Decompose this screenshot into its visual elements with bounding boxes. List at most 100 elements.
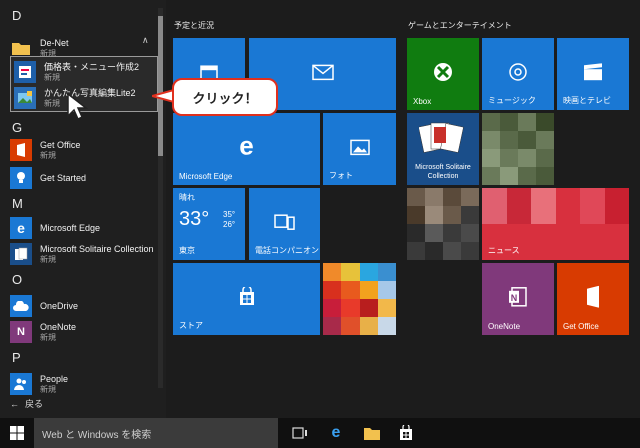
tile-weather[interactable]: 晴れ 33° 35° 26° 東京 xyxy=(173,188,245,260)
tile-label: Xbox xyxy=(413,97,432,106)
weather-range: 35° 26° xyxy=(223,210,235,230)
section-title-games: ゲームとエンターテイメント xyxy=(408,21,512,30)
app-onenote[interactable]: N OneNote 新規 xyxy=(10,318,76,346)
app-microsoft-edge[interactable]: e Microsoft Edge xyxy=(10,214,100,242)
tile-label: ミュージック xyxy=(488,96,536,105)
back-label: 戻る xyxy=(25,399,44,409)
tile-label: OneNote xyxy=(488,322,521,331)
photo-icon xyxy=(349,139,370,156)
windows-logo-icon xyxy=(10,426,24,440)
music-disc-icon xyxy=(509,63,527,81)
app-name: Microsoft Solitaire Collection xyxy=(40,243,154,254)
group-letter-m[interactable]: M xyxy=(12,196,23,211)
new-badge: 新規 xyxy=(40,254,56,264)
weather-city: 東京 xyxy=(179,246,195,255)
tile-label: Get Office xyxy=(563,322,599,331)
back-button[interactable]: ← 戻る xyxy=(10,397,43,410)
weather-high: 35° xyxy=(223,210,236,219)
back-arrow-icon: ← xyxy=(10,398,19,409)
taskbar-edge-icon[interactable]: e xyxy=(326,423,346,443)
section-title-schedule: 予定と近況 xyxy=(174,21,214,30)
new-badge: 新規 xyxy=(40,384,56,394)
tile-microsoft-edge[interactable]: e Microsoft Edge xyxy=(173,113,320,185)
file-explorer-icon[interactable] xyxy=(362,423,382,443)
tile-photos[interactable]: フォト xyxy=(323,113,396,185)
tile-mosaic[interactable] xyxy=(323,263,396,335)
edge-icon: e xyxy=(239,130,254,161)
app-name: People xyxy=(40,373,69,384)
tile-phone-companion[interactable]: 電話コンパニオン xyxy=(249,188,320,260)
office-icon xyxy=(10,139,32,161)
tile-get-office[interactable]: Get Office xyxy=(557,263,629,335)
cloud-icon xyxy=(10,295,32,317)
app-solitaire[interactable]: Microsoft Solitaire Collection 新規 xyxy=(10,240,154,268)
app-name: OneNote xyxy=(40,321,77,332)
kakaku-app-icon xyxy=(14,61,36,83)
taskbar: Web と Windows を検索 e xyxy=(0,418,640,448)
clapperboard-icon xyxy=(584,63,602,81)
tile-label: Microsoft Solitaire Collection xyxy=(415,164,471,180)
click-callout: クリック！ xyxy=(172,78,278,116)
weather-low: 26° xyxy=(223,220,236,229)
group-letter-p[interactable]: P xyxy=(12,350,21,365)
people-icon xyxy=(10,373,32,395)
new-badge: 新規 xyxy=(40,332,56,342)
store-bag-icon xyxy=(239,287,254,305)
mail-icon xyxy=(311,64,334,81)
folder-name: De-Net xyxy=(40,37,69,48)
tile-solitaire[interactable]: Microsoft Solitaire Collection xyxy=(407,113,479,185)
task-view-icon[interactable] xyxy=(290,423,310,443)
svg-text:N: N xyxy=(511,293,518,303)
start-menu-screen: D De-Net 新規 ∧ 価格表・メニュー作成2 新規 かんたん写真編集Lit… xyxy=(0,0,640,448)
app-name: OneDrive xyxy=(40,300,79,311)
search-placeholder: Web と Windows を検索 xyxy=(42,429,152,441)
weather-temp: 33° xyxy=(179,208,210,230)
tile-label: ニュース xyxy=(488,246,520,255)
onenote-icon: N xyxy=(10,321,32,343)
tile-label: 映画とテレビ xyxy=(563,96,611,105)
tile-label: Microsoft Edge xyxy=(179,172,233,181)
tile-label: ストア xyxy=(179,321,203,330)
app-list-scrollbar[interactable] xyxy=(158,8,163,388)
app-name: Get Office xyxy=(40,139,81,150)
app-get-started[interactable]: Get Started xyxy=(10,164,86,192)
app-name: かんたん写真編集Lite2 xyxy=(44,87,136,98)
xbox-icon xyxy=(434,63,452,81)
group-letter-d[interactable]: D xyxy=(12,8,21,23)
taskbar-store-icon[interactable] xyxy=(396,423,416,443)
tile-news[interactable]: ニュース xyxy=(482,188,629,260)
app-list[interactable]: D De-Net 新規 ∧ 価格表・メニュー作成2 新規 かんたん写真編集Lit… xyxy=(0,0,166,418)
tile-news-image[interactable] xyxy=(407,188,479,260)
new-badge: 新規 xyxy=(44,98,60,108)
callout-text: クリック！ xyxy=(192,91,258,107)
app-kakaku-menu[interactable]: 価格表・メニュー作成2 新規 xyxy=(14,58,139,86)
lightbulb-icon xyxy=(10,167,32,189)
weather-condition: 晴れ xyxy=(179,193,195,202)
search-box[interactable]: Web と Windows を検索 xyxy=(34,418,278,448)
app-name: Microsoft Edge xyxy=(40,222,101,233)
app-get-office[interactable]: Get Office 新規 xyxy=(10,136,80,164)
start-button[interactable] xyxy=(0,418,34,448)
tile-onenote[interactable]: N OneNote xyxy=(482,263,554,335)
new-badge: 新規 xyxy=(44,72,60,82)
app-name: 価格表・メニュー作成2 xyxy=(44,61,140,72)
app-people[interactable]: People 新規 xyxy=(10,370,68,398)
tile-label: フォト xyxy=(329,171,353,180)
group-letter-g[interactable]: G xyxy=(12,120,22,135)
scrollbar-thumb[interactable] xyxy=(158,16,163,156)
tile-store[interactable]: ストア xyxy=(173,263,320,335)
tile-groove-music[interactable]: ミュージック xyxy=(482,38,554,110)
edge-icon: e xyxy=(10,217,32,239)
tile-movies-tv[interactable]: 映画とテレビ xyxy=(557,38,629,110)
tile-mosaic-game[interactable] xyxy=(482,113,554,185)
onenote-icon: N xyxy=(509,287,527,307)
photo-edit-app-icon xyxy=(14,87,36,109)
office-icon xyxy=(587,285,599,308)
chevron-up-icon[interactable]: ∧ xyxy=(142,36,158,46)
group-letter-o[interactable]: O xyxy=(12,272,22,287)
new-badge: 新規 xyxy=(40,150,56,160)
tile-xbox[interactable]: Xbox xyxy=(407,38,479,110)
tile-label: 電話コンパニオン xyxy=(255,246,319,255)
app-onedrive[interactable]: OneDrive xyxy=(10,292,78,320)
cards-icon xyxy=(10,243,32,265)
